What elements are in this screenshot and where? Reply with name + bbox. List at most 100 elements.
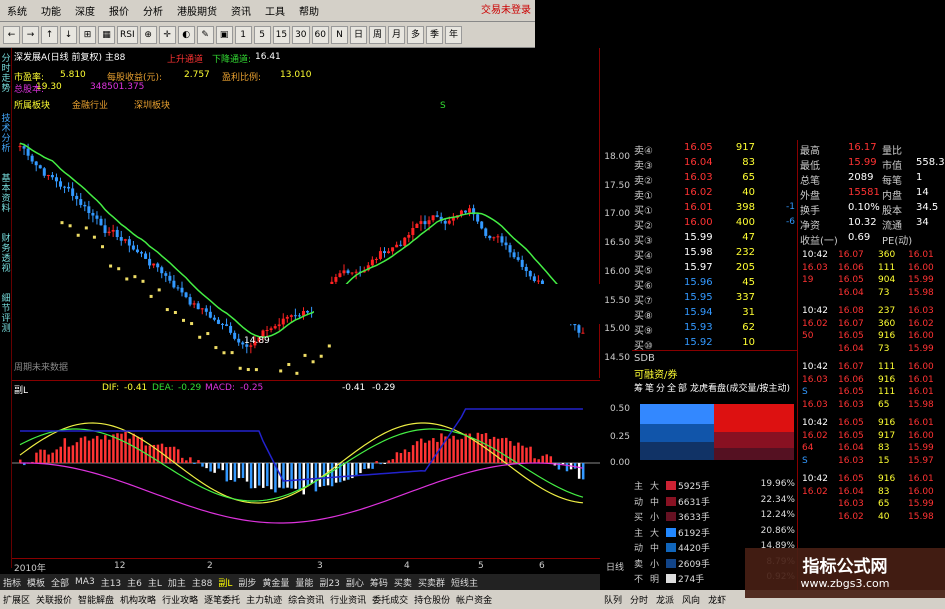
indicator-tab[interactable]: 买卖群 <box>415 576 448 589</box>
nav-link[interactable]: 机构攻略 <box>117 593 159 606</box>
toolbar-button[interactable]: 年 <box>444 25 462 44</box>
region-label[interactable]: 深圳板块 <box>134 98 170 111</box>
toolbar-button[interactable]: N <box>330 25 348 44</box>
toolbar-button[interactable]: 日 <box>349 25 367 44</box>
toolbar-button[interactable]: ◐ <box>177 25 195 44</box>
toolbar-button[interactable]: RSI <box>117 25 138 44</box>
toolbar-button[interactable]: 60 <box>311 25 329 44</box>
right-bottom-tab[interactable]: 风向 <box>678 593 704 606</box>
toolbar-button[interactable]: 周 <box>368 25 386 44</box>
indicator-tab[interactable]: 短线主 <box>448 576 481 589</box>
toolbar-button[interactable]: ← <box>3 25 20 44</box>
toolbar-button[interactable]: ▣ <box>215 25 233 44</box>
indicator-tab[interactable]: 筹码 <box>367 576 391 589</box>
menu-item[interactable]: 系统 <box>0 3 34 18</box>
time-axis-period[interactable]: 日线 <box>606 560 624 573</box>
sell-level[interactable]: 卖② 16.03 65 <box>632 172 797 187</box>
toolbar-button[interactable]: ⊕ <box>139 25 157 44</box>
menu-item[interactable]: 帮助 <box>292 3 326 18</box>
side-tab[interactable]: 細节评测 <box>0 294 12 334</box>
toolbar-button[interactable]: ✛ <box>158 25 176 44</box>
fund-flow-tab[interactable]: 分 <box>656 381 665 394</box>
indicator-tab[interactable]: 主13 <box>98 576 124 589</box>
indicator-tab[interactable]: 副L <box>215 576 235 589</box>
toolbar-button[interactable]: ↑ <box>41 25 58 44</box>
buy-level[interactable]: 买① 16.01 398 <box>632 202 797 217</box>
side-tab[interactable]: 基本资料 <box>0 174 12 214</box>
nav-link[interactable]: 帐户资金 <box>453 593 495 606</box>
indicator-tab[interactable]: 量能 <box>292 576 316 589</box>
side-tab[interactable]: 财务透视 <box>0 234 12 274</box>
menu-item[interactable]: 功能 <box>34 3 68 18</box>
side-tab[interactable]: 分时走势 <box>0 54 12 94</box>
indicator-tab[interactable]: 全部 <box>48 576 72 589</box>
indicator-tab[interactable]: 副步 <box>235 576 259 589</box>
indicator-tab[interactable]: 指标 <box>0 576 24 589</box>
fund-flow-tab[interactable]: 筹 <box>634 381 643 394</box>
toolbar-button[interactable]: 5 <box>253 25 271 44</box>
indicator-tab[interactable]: 加主 <box>165 576 189 589</box>
nav-link[interactable]: 智能解盘 <box>75 593 117 606</box>
menu-item[interactable]: 工具 <box>258 3 292 18</box>
sell-level[interactable]: 卖③ 16.04 83 <box>632 157 797 172</box>
indicator-tab[interactable]: 买卖 <box>391 576 415 589</box>
toolbar-button[interactable]: 季 <box>425 25 443 44</box>
indicator-tab[interactable]: 模板 <box>24 576 48 589</box>
buy-level[interactable]: 买③ 15.99 47 <box>632 232 797 247</box>
menu-item[interactable]: 港股期货 <box>170 3 224 18</box>
indicator-tab[interactable]: 副心 <box>343 576 367 589</box>
toolbar-button[interactable]: ↓ <box>60 25 77 44</box>
indicator-tab[interactable]: 黄金量 <box>259 576 292 589</box>
indicator-tab[interactable]: 副23 <box>316 576 342 589</box>
right-bottom-tab[interactable]: 队列 <box>600 593 626 606</box>
right-bottom-tab[interactable]: 分时 <box>626 593 652 606</box>
indicator-tab[interactable]: MA3 <box>72 577 98 587</box>
nav-link[interactable]: 行业资讯 <box>327 593 369 606</box>
right-bottom-tab[interactable]: 龙派 <box>652 593 678 606</box>
indicator-tab[interactable]: 主88 <box>189 576 215 589</box>
main-kline-chart[interactable]: 深发展A(日线 前复权) 主88 上升通道 下降通道: 16.41 市盈率: 5… <box>12 48 602 393</box>
indicator-tab[interactable]: 主L <box>145 576 165 589</box>
buy-level[interactable]: 买⑥ 15.96 45 <box>632 277 797 292</box>
buy-level[interactable]: 买② 16.00 400 <box>632 217 797 232</box>
nav-link[interactable]: 综合资讯 <box>285 593 327 606</box>
toolbar-button[interactable]: 月 <box>387 25 405 44</box>
sell-level[interactable]: 卖④ 16.05 917 <box>632 142 797 157</box>
nav-link[interactable]: 行业攻略 <box>159 593 201 606</box>
toolbar-button[interactable]: ▦ <box>98 25 115 44</box>
menu-item[interactable]: 报价 <box>102 3 136 18</box>
toolbar-button[interactable]: ⊞ <box>79 25 96 44</box>
menu-item[interactable]: 深度 <box>68 3 102 18</box>
nav-link[interactable]: 扩展区 <box>0 593 33 606</box>
industry-label[interactable]: 金融行业 <box>72 98 108 111</box>
side-tab[interactable]: 技术分析 <box>0 114 12 154</box>
buy-level[interactable]: 买⑨ 15.93 62 <box>632 322 797 337</box>
toolbar-button[interactable]: → <box>22 25 39 44</box>
buy-level[interactable]: 买⑦ 15.95 337 <box>632 292 797 307</box>
toolbar-button[interactable]: ✎ <box>196 25 214 44</box>
nav-link[interactable]: 持仓股份 <box>411 593 453 606</box>
toolbar-button[interactable]: 1 <box>234 25 252 44</box>
right-bottom-tab[interactable]: 龙虾 <box>704 593 730 606</box>
toolbar-button[interactable]: 多 <box>406 25 424 44</box>
menu-item[interactable]: 资讯 <box>224 3 258 18</box>
fund-flow-tab[interactable]: 部 <box>678 381 687 394</box>
buy-level[interactable]: 买⑧ 15.94 31 <box>632 307 797 322</box>
fund-flow-tab[interactable]: 笔 <box>645 381 654 394</box>
sector-label[interactable]: 所属板块 <box>14 98 50 111</box>
buy-level[interactable]: 买⑤ 15.97 205 <box>632 262 797 277</box>
toolbar-button[interactable]: 30 <box>292 25 310 44</box>
login-status[interactable]: 交易未登录 <box>340 0 535 22</box>
fund-flow-tab[interactable]: 全 <box>667 381 676 394</box>
buy-level[interactable]: 买④ 15.98 232 <box>632 247 797 262</box>
nav-link[interactable]: 委托成交 <box>369 593 411 606</box>
sell-level[interactable]: 卖① 16.02 40 <box>632 187 797 202</box>
macd-subchart[interactable]: 副L DIF: -0.41 DEA: -0.29 MACD: -0.25 -0.… <box>12 380 600 558</box>
nav-link[interactable]: 主力轨迹 <box>243 593 285 606</box>
indicator-tab[interactable]: 主6 <box>124 576 145 589</box>
sdb-sub[interactable]: 可融资/券 <box>634 366 677 381</box>
toolbar-button[interactable]: 15 <box>272 25 291 44</box>
nav-link[interactable]: 逐笔委托 <box>201 593 243 606</box>
nav-link[interactable]: 关联报价 <box>33 593 75 606</box>
menu-item[interactable]: 分析 <box>136 3 170 18</box>
